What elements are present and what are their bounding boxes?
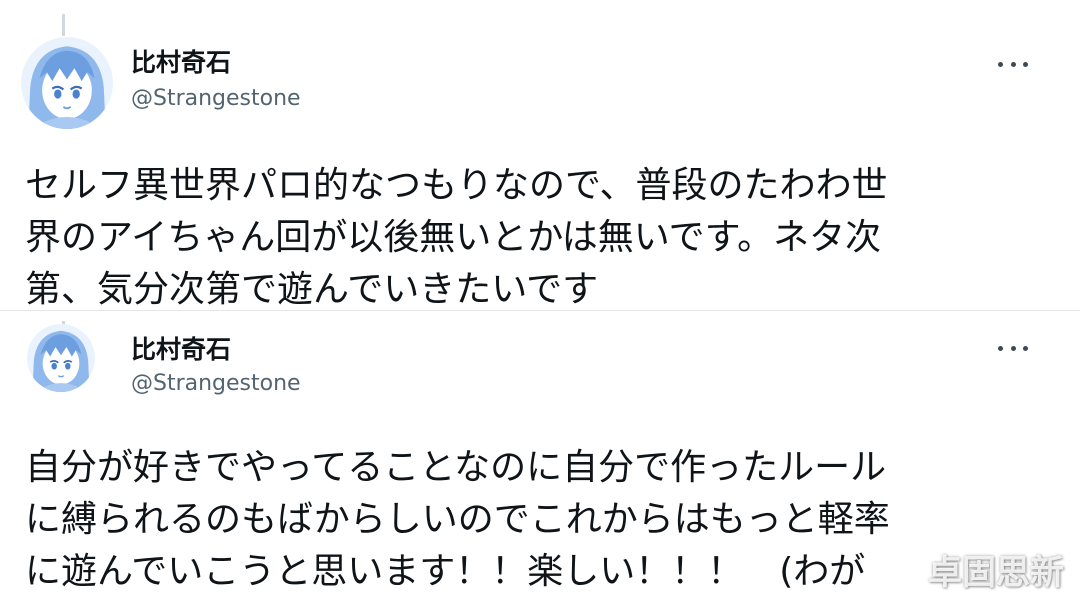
more-options-icon[interactable] bbox=[998, 342, 1028, 354]
dot-icon bbox=[1023, 345, 1028, 351]
screenshot-page: 比村奇石 @Strangestone セルフ異世界パロ的なつもりなので、普段のた… bbox=[0, 0, 1080, 607]
avatar[interactable] bbox=[27, 324, 95, 392]
author-display-name[interactable]: 比村奇石 bbox=[131, 335, 231, 365]
dot-icon bbox=[998, 345, 1003, 351]
tweet-card[interactable]: 比村奇石 @Strangestone セルフ異世界パロ的なつもりなので、普段のた… bbox=[0, 0, 1080, 310]
tweet-text: 自分が好きでやってることなのに自分で作ったルール に縛られるのもばからしいのでこ… bbox=[25, 447, 890, 592]
author-display-name[interactable]: 比村奇石 bbox=[131, 48, 231, 78]
dot-icon bbox=[998, 61, 1003, 67]
author-handle[interactable]: @Strangestone bbox=[131, 86, 301, 112]
thread-connector-line bbox=[62, 14, 65, 36]
dot-icon bbox=[1023, 61, 1028, 67]
watermark-logo: 卓固思新 bbox=[928, 553, 1064, 593]
avatar[interactable] bbox=[21, 37, 113, 129]
tweet-card[interactable]: 比村奇石 @Strangestone 自分が好きでやってることなのに自分で作った… bbox=[0, 310, 1080, 607]
dot-icon bbox=[1010, 345, 1016, 351]
tweet-text: セルフ異世界パロ的なつもりなので、普段のたわわ世 界のアイちゃん回が以後無いとか… bbox=[25, 165, 888, 310]
more-options-icon[interactable] bbox=[998, 58, 1028, 70]
anime-girl-avatar-icon bbox=[27, 324, 95, 392]
author-handle[interactable]: @Strangestone bbox=[131, 371, 301, 397]
anime-girl-avatar-icon bbox=[21, 37, 113, 129]
dot-icon bbox=[1010, 61, 1016, 67]
